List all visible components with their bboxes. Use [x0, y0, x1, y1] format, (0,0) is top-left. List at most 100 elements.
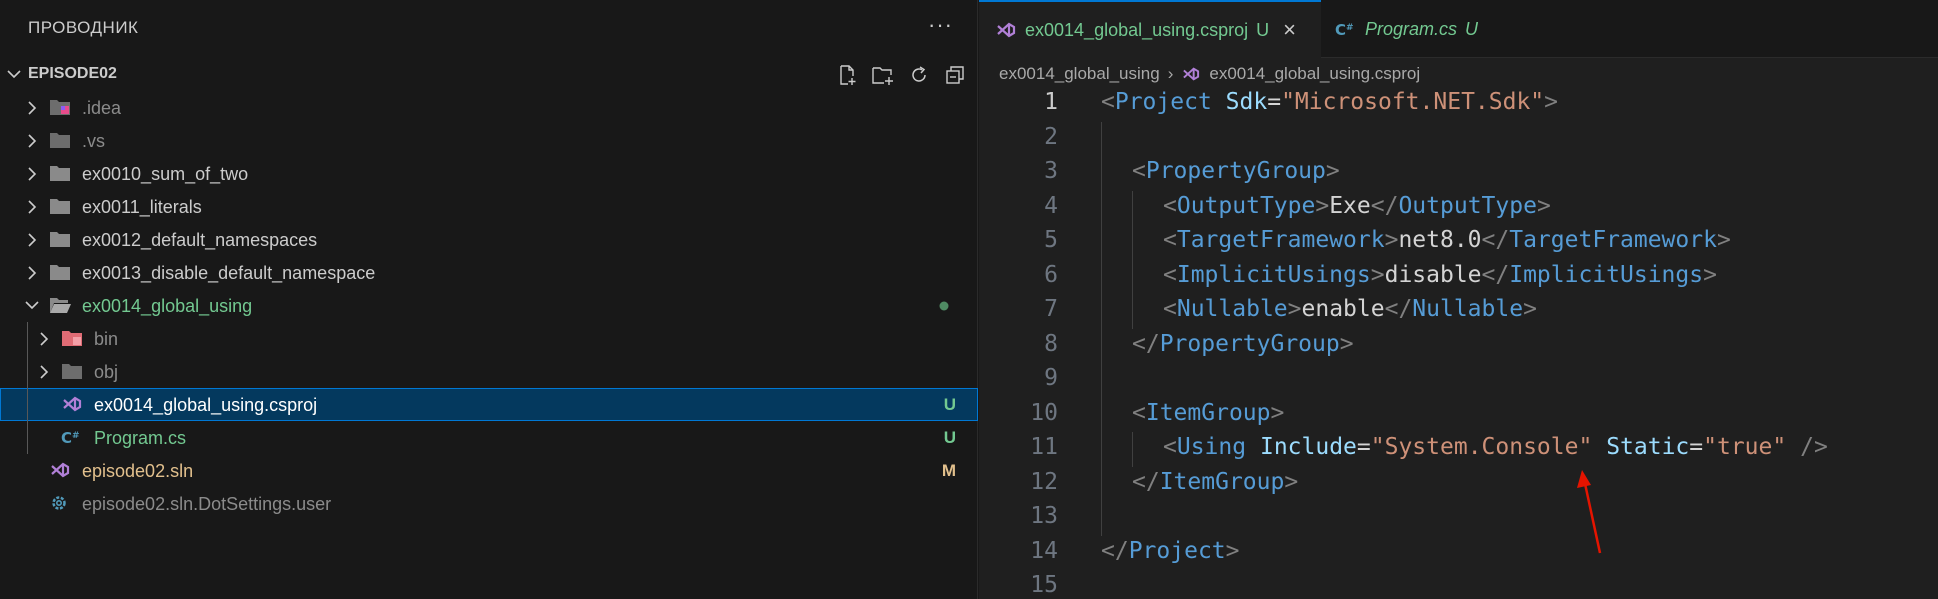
- line-number: 13: [1030, 503, 1058, 529]
- indent-guide: [27, 421, 28, 454]
- tree-item-vs[interactable]: .vs: [0, 124, 978, 157]
- line-number: 8: [1044, 330, 1058, 357]
- code-line: 13: [979, 501, 1938, 536]
- folder-icon: [50, 199, 70, 214]
- code-text: <OutputType>Exe</OutputType>: [1163, 192, 1551, 219]
- line-number: 11: [1030, 434, 1058, 460]
- code-line: 12 </ItemGroup>: [979, 466, 1938, 501]
- chevron-right-icon: [28, 233, 37, 247]
- indent-guide: [1132, 294, 1133, 329]
- editor-area: ex0014_global_using.csproj U × C # Progra…: [979, 0, 1938, 599]
- tree-item-label: ex0010_sum_of_two: [82, 164, 249, 184]
- tree-item-program-cs[interactable]: C # Program.cs U: [0, 421, 978, 454]
- code-line: 14 </Project>: [979, 536, 1938, 571]
- line-number: 15: [1030, 572, 1058, 598]
- line-number: 6: [1044, 261, 1058, 288]
- code-text: <Project Sdk="Microsoft.NET.Sdk">: [1101, 89, 1559, 115]
- tree-item-ex0010[interactable]: ex0010_sum_of_two: [0, 157, 978, 190]
- code-text: <PropertyGroup>: [1132, 158, 1340, 184]
- indent-guide: [1101, 501, 1102, 536]
- chevron-right-icon: [28, 167, 37, 181]
- indent-guide: [1132, 259, 1133, 294]
- visual-studio-icon: [1183, 67, 1200, 81]
- code-text: <Nullable>enable</Nullable>: [1163, 296, 1537, 322]
- line-number: 9: [1044, 365, 1058, 391]
- line-number: 1: [1044, 89, 1058, 115]
- collapse-all-icon[interactable]: [941, 62, 969, 88]
- tab-csproj[interactable]: ex0014_global_using.csproj U ×: [979, 0, 1321, 58]
- bin-folder-icon: [62, 331, 82, 346]
- indent-guide: [1101, 225, 1102, 260]
- svg-text:C: C: [1335, 21, 1346, 38]
- tree-item-idea[interactable]: .idea: [0, 91, 978, 124]
- tree-item-csproj[interactable]: ex0014_global_using.csproj U: [0, 388, 978, 421]
- indent-guide: [27, 355, 28, 388]
- breadcrumb-folder[interactable]: ex0014_global_using: [999, 64, 1160, 84]
- code-text: </Project>: [1101, 537, 1240, 564]
- more-actions-icon[interactable]: ···: [928, 12, 953, 38]
- code-line: 9: [979, 363, 1938, 398]
- tree-item-ex0013[interactable]: ex0013_disable_default_namespace: [0, 256, 978, 289]
- line-number: 4: [1044, 192, 1058, 219]
- indent-guide: [1101, 363, 1102, 398]
- tab-status: U: [1256, 19, 1270, 40]
- line-number: 14: [1030, 537, 1058, 564]
- chevron-right-icon: [40, 365, 49, 379]
- gear-icon: [52, 496, 66, 510]
- tree-item-sln[interactable]: episode02.sln M: [0, 454, 978, 487]
- workspace-section-header[interactable]: EPISODE02: [0, 58, 978, 91]
- code-line: 10 <ItemGroup>: [979, 397, 1938, 432]
- new-file-icon[interactable]: [833, 62, 861, 88]
- file-tree: .idea .vs ex0010_sum_of_two ex0011_liter…: [0, 91, 978, 520]
- tree-item-ex0014[interactable]: ex0014_global_using: [0, 289, 978, 322]
- code-text: </PropertyGroup>: [1132, 330, 1354, 357]
- code-text: <Using Include="System.Console" Static="…: [1163, 434, 1828, 460]
- code-line: 7 <Nullable>enable</Nullable>: [979, 294, 1938, 329]
- indent-guide: [1101, 397, 1102, 432]
- explorer-header: ПРОВОДНИК ···: [0, 0, 978, 58]
- idea-folder-icon: [50, 100, 70, 115]
- tree-item-dotsettings[interactable]: episode02.sln.DotSettings.user: [0, 487, 978, 520]
- chevron-right-icon: [28, 200, 37, 214]
- indent-guide: [1132, 225, 1133, 260]
- tab-program-cs[interactable]: C # Program.cs U: [1321, 0, 1501, 58]
- tree-item-label: .idea: [82, 98, 122, 118]
- line-number: 7: [1044, 296, 1058, 322]
- tree-item-label: episode02.sln: [82, 461, 194, 481]
- folder-icon: [50, 166, 70, 181]
- csharp-file-icon: C #: [1335, 21, 1354, 38]
- line-number: 3: [1044, 158, 1058, 184]
- code-line: 15: [979, 570, 1938, 599]
- code-line: 6 <ImplicitUsings>disable</ImplicitUsing…: [979, 259, 1938, 294]
- chevron-down-icon: [25, 301, 39, 310]
- folder-icon: [50, 265, 70, 280]
- chevron-right-icon: [40, 332, 49, 346]
- tree-item-ex0012[interactable]: ex0012_default_namespaces: [0, 223, 978, 256]
- chevron-right-icon: [28, 266, 37, 280]
- tree-item-bin[interactable]: bin: [0, 322, 978, 355]
- refresh-icon[interactable]: [905, 62, 933, 88]
- breadcrumb-file[interactable]: ex0014_global_using.csproj: [1209, 64, 1420, 84]
- chevron-right-icon: [28, 101, 37, 115]
- tab-label: ex0014_global_using.csproj: [1025, 19, 1249, 40]
- visual-studio-icon: [51, 462, 70, 478]
- tree-item-label: ex0014_global_using.csproj: [94, 395, 318, 415]
- folder-icon: [62, 364, 82, 379]
- indent-guide: [1101, 466, 1102, 501]
- line-number: 2: [1044, 123, 1058, 150]
- tree-item-obj[interactable]: obj: [0, 355, 978, 388]
- tree-item-ex0011[interactable]: ex0011_literals: [0, 190, 978, 223]
- line-number: 10: [1030, 399, 1058, 426]
- editor-tabs: ex0014_global_using.csproj U × C # Progra…: [979, 0, 1938, 58]
- tree-item-label: ex0014_global_using: [82, 296, 253, 316]
- line-number: 5: [1044, 227, 1058, 253]
- indent-guide: [27, 388, 28, 421]
- close-icon[interactable]: ×: [1283, 17, 1296, 43]
- code-line: 1 <Project Sdk="Microsoft.NET.Sdk">: [979, 87, 1938, 122]
- indent-guide: [1132, 190, 1133, 225]
- indent-guide: [1101, 328, 1102, 363]
- tree-item-label: ex0013_disable_default_namespace: [82, 263, 376, 283]
- code-editor[interactable]: 1 <Project Sdk="Microsoft.NET.Sdk"> 2 3 …: [979, 87, 1938, 599]
- code-text: <TargetFramework>net8.0</TargetFramework…: [1163, 227, 1731, 253]
- new-folder-icon[interactable]: [869, 62, 897, 88]
